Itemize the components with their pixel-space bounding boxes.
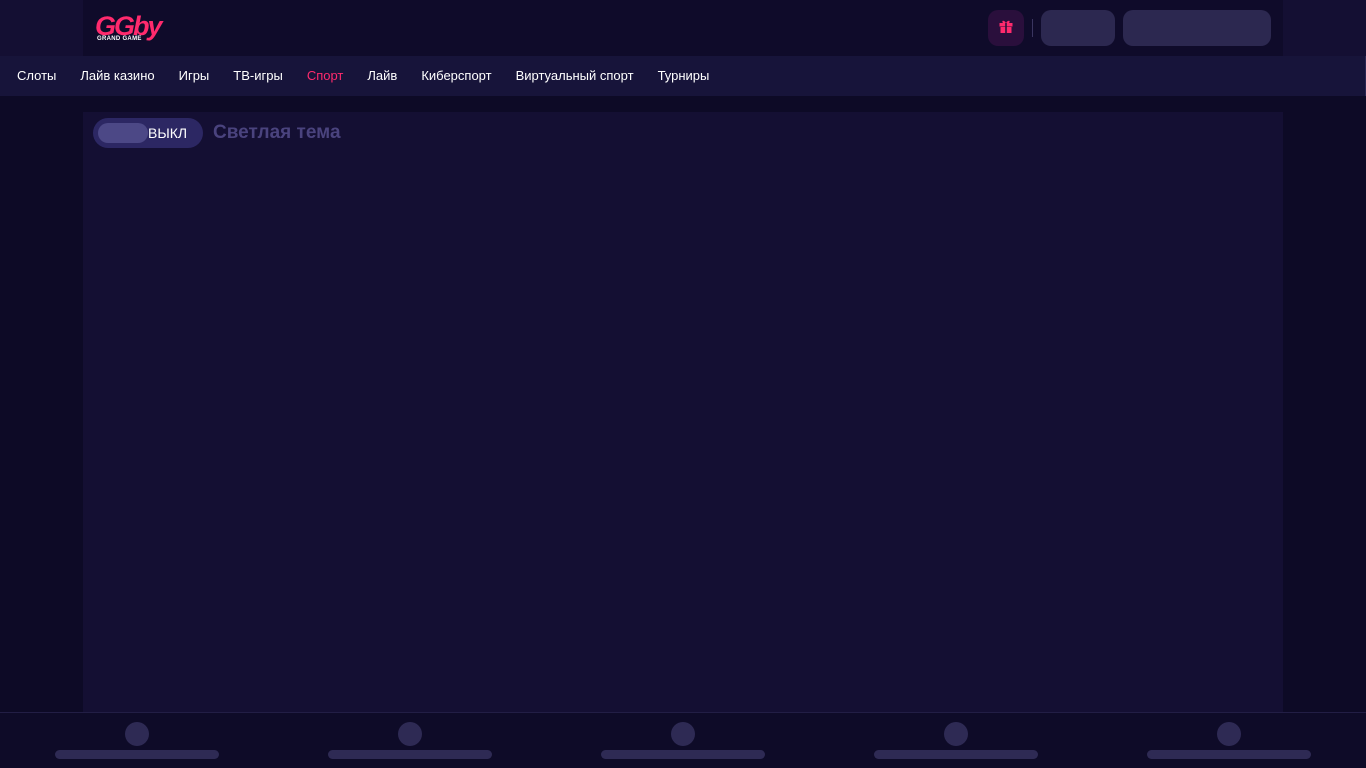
bottom-nav [0, 712, 1366, 768]
nav-item-live[interactable]: Лайв [355, 56, 409, 96]
toggle-knob [98, 123, 148, 143]
bottom-nav-icon-placeholder [125, 722, 149, 746]
login-button-placeholder[interactable] [1041, 10, 1115, 46]
bottom-nav-item[interactable] [874, 713, 1038, 768]
nav-item-live-casino[interactable]: Лайв казино [68, 56, 166, 96]
light-theme-toggle[interactable]: ВЫКЛ [93, 118, 203, 148]
top-header: GGby GRAND GAME [0, 0, 1366, 56]
main-nav: Слоты Лайв казино Игры ТВ-игры Спорт Лай… [0, 56, 1366, 96]
main-content: ВЫКЛ Светлая тема [83, 112, 1283, 712]
nav-item-tournaments[interactable]: Турниры [646, 56, 722, 96]
nav-item-sport[interactable]: Спорт [295, 56, 356, 96]
gift-icon [998, 18, 1014, 39]
light-theme-label: Светлая тема [213, 122, 341, 143]
bottom-nav-icon-placeholder [1217, 722, 1241, 746]
bottom-nav-label-placeholder [328, 750, 492, 759]
gift-button[interactable] [988, 10, 1024, 46]
bottom-nav-item[interactable] [601, 713, 765, 768]
bottom-nav-label-placeholder [55, 750, 219, 759]
bottom-nav-item[interactable] [1147, 713, 1311, 768]
bottom-nav-label-placeholder [601, 750, 765, 759]
header-container: GGby GRAND GAME [83, 0, 1283, 56]
register-button-placeholder[interactable] [1123, 10, 1271, 46]
bottom-nav-label-placeholder [1147, 750, 1311, 759]
bottom-nav-label-placeholder [874, 750, 1038, 759]
nav-item-slots[interactable]: Слоты [5, 56, 68, 96]
logo-subtext: GRAND GAME [97, 36, 142, 42]
bottom-nav-item[interactable] [55, 713, 219, 768]
nav-item-games[interactable]: Игры [167, 56, 222, 96]
header-divider [1032, 19, 1033, 37]
nav-item-esports[interactable]: Киберспорт [409, 56, 503, 96]
bottom-nav-icon-placeholder [671, 722, 695, 746]
toggle-state-label: ВЫКЛ [148, 125, 188, 141]
bottom-nav-item[interactable] [328, 713, 492, 768]
site-logo[interactable]: GGby GRAND GAME [95, 11, 171, 45]
nav-item-virtual-sport[interactable]: Виртуальный спорт [504, 56, 646, 96]
nav-item-tv-games[interactable]: ТВ-игры [221, 56, 295, 96]
bottom-nav-icon-placeholder [944, 722, 968, 746]
bottom-nav-icon-placeholder [398, 722, 422, 746]
